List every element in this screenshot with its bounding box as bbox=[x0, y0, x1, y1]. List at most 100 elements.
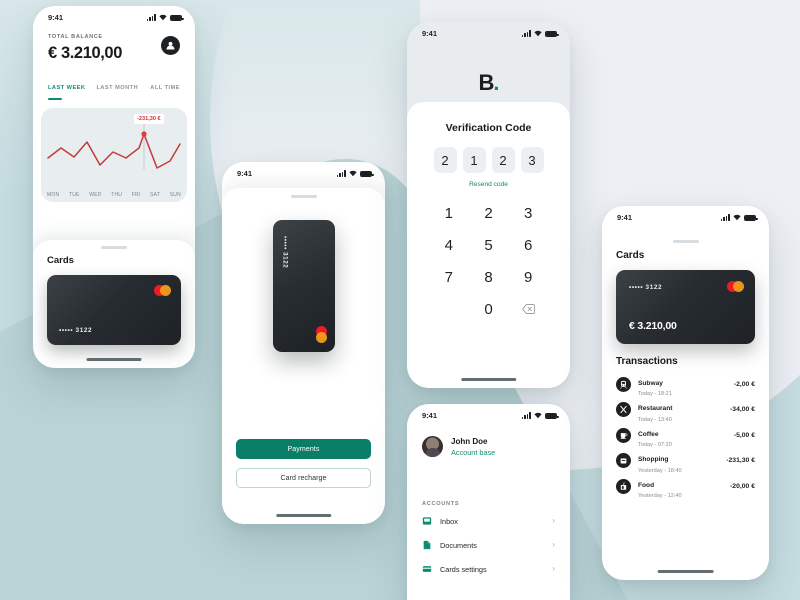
status-time: 9:41 bbox=[617, 213, 633, 222]
home-indicator bbox=[460, 378, 517, 381]
table-row[interactable]: Shopping Yesterday - 18:40 -231,30 € bbox=[616, 448, 755, 474]
phone-card-detail: 9:41 ••••• 3122 Payments Card recharge bbox=[222, 162, 385, 524]
card-number: ••••• 3122 bbox=[59, 326, 93, 334]
battery-icon bbox=[545, 31, 559, 37]
key-1[interactable]: 1 bbox=[429, 201, 469, 225]
signal-bars-icon bbox=[146, 14, 156, 21]
sheet-handle[interactable] bbox=[101, 246, 127, 249]
code-digit-2[interactable]: 1 bbox=[462, 147, 486, 173]
balance-chart-panel: -231,30 € MON TUE WED THU FRI SAT SUN bbox=[41, 108, 187, 202]
wifi-icon bbox=[733, 214, 741, 221]
phone-profile: 9:41 John Doe Account base ACCOUNTS Inbo… bbox=[407, 404, 570, 600]
battery-icon bbox=[545, 413, 559, 419]
key-8[interactable]: 8 bbox=[469, 265, 509, 289]
table-row[interactable]: Restaurant Today - 13:40 -34,00 € bbox=[616, 397, 755, 423]
tab-all-time[interactable]: ALL TIME bbox=[150, 85, 180, 91]
transaction-amount: -231,30 € bbox=[726, 457, 755, 465]
table-row[interactable]: Subway Today - 18:21 -2,00 € bbox=[616, 372, 755, 397]
sidebar-item-label: Documents bbox=[440, 540, 477, 550]
vertical-bank-card[interactable]: ••••• 3122 bbox=[272, 220, 335, 352]
card-number: ••••• 3122 bbox=[629, 283, 663, 291]
mastercard-icon bbox=[315, 326, 327, 343]
code-digit-4[interactable]: 3 bbox=[520, 147, 544, 173]
home-indicator bbox=[657, 570, 714, 573]
key-7[interactable]: 7 bbox=[429, 265, 469, 289]
sidebar-item-documents[interactable]: Documents › bbox=[407, 535, 570, 555]
mastercard-icon bbox=[727, 280, 744, 292]
chart-highlight-label: -231,30 € bbox=[134, 114, 164, 124]
transaction-name: Food bbox=[638, 481, 655, 489]
key-9[interactable]: 9 bbox=[508, 265, 548, 289]
key-3[interactable]: 3 bbox=[508, 201, 548, 225]
transaction-name: Shopping bbox=[638, 456, 669, 463]
backspace-icon[interactable] bbox=[508, 297, 548, 321]
table-row[interactable]: Coffee Today - 07:20 -5,00 € bbox=[616, 423, 755, 448]
status-bar: 9:41 bbox=[222, 162, 385, 180]
key-2[interactable]: 2 bbox=[469, 201, 509, 225]
phone-verification: 9:41 B. Verification Code 2 1 2 3 Resend… bbox=[407, 22, 570, 388]
cards-sheet: Cards ••••• 3122 bbox=[33, 240, 195, 368]
sidebar-item-cards-settings[interactable]: Cards settings › bbox=[407, 559, 570, 579]
phone-dashboard: 9:41 TOTAL BALANCE € 3.210,00 LAST WEEK … bbox=[33, 6, 195, 368]
person-icon[interactable] bbox=[161, 36, 180, 55]
bank-card[interactable]: ••••• 3122 bbox=[47, 274, 181, 345]
sheet-handle[interactable] bbox=[672, 240, 699, 243]
transaction-amount: -5,00 € bbox=[733, 431, 755, 439]
chevron-right-icon: › bbox=[552, 540, 555, 549]
sidebar-item-inbox[interactable]: Inbox › bbox=[407, 511, 570, 531]
credit-card-icon bbox=[422, 564, 432, 574]
card-number: ••••• 3122 bbox=[281, 236, 289, 269]
cards-title: Cards bbox=[616, 249, 645, 261]
status-icons bbox=[521, 30, 559, 37]
code-digit-3[interactable]: 2 bbox=[491, 147, 515, 173]
signal-bars-icon bbox=[521, 412, 531, 419]
sidebar-item-label: Cards settings bbox=[440, 564, 487, 574]
status-bar: 9:41 bbox=[407, 22, 570, 40]
key-5[interactable]: 5 bbox=[469, 233, 509, 257]
x-tick: THU bbox=[111, 192, 123, 198]
code-digit-1[interactable]: 2 bbox=[433, 147, 457, 173]
battery-icon bbox=[360, 171, 374, 177]
signal-bars-icon bbox=[521, 30, 531, 37]
transaction-amount: -2,00 € bbox=[733, 380, 755, 388]
battery-icon bbox=[744, 215, 758, 221]
x-tick: WED bbox=[89, 192, 102, 198]
period-tabs: LAST WEEK LAST MONTH ALL TIME bbox=[48, 85, 180, 100]
table-row[interactable]: Food Yesterday - 12:40 -20,00 € bbox=[616, 474, 755, 499]
cards-title: Cards bbox=[47, 254, 74, 266]
code-input-group: 2 1 2 3 bbox=[407, 147, 570, 173]
status-time: 9:41 bbox=[48, 13, 64, 22]
status-time: 9:41 bbox=[422, 411, 438, 420]
document-icon bbox=[422, 540, 432, 550]
numeric-keypad: 1 2 3 4 5 6 7 8 9 0 bbox=[407, 201, 570, 321]
key-6[interactable]: 6 bbox=[508, 233, 548, 257]
payments-button[interactable]: Payments bbox=[236, 439, 371, 459]
transaction-date: Yesterday - 12:40 bbox=[638, 493, 682, 499]
signal-bars-icon bbox=[720, 214, 730, 221]
wifi-icon bbox=[534, 30, 542, 37]
status-bar: 9:41 bbox=[602, 206, 769, 224]
transactions-list: Subway Today - 18:21 -2,00 € Restaurant … bbox=[616, 372, 755, 499]
accounts-section-label: ACCOUNTS bbox=[422, 501, 460, 507]
transactions-title: Transactions bbox=[616, 355, 678, 367]
wifi-icon bbox=[159, 14, 167, 21]
sheet-handle[interactable] bbox=[290, 195, 317, 198]
key-0[interactable]: 0 bbox=[469, 297, 509, 321]
key-4[interactable]: 4 bbox=[429, 233, 469, 257]
card-recharge-button[interactable]: Card recharge bbox=[236, 468, 371, 488]
resend-code-link[interactable]: Resend code bbox=[407, 181, 570, 188]
balance-line-chart bbox=[47, 124, 181, 170]
profile-header[interactable]: John Doe Account base bbox=[407, 422, 570, 457]
active-tab-indicator bbox=[48, 98, 62, 100]
home-indicator bbox=[275, 514, 332, 517]
signal-bars-icon bbox=[336, 170, 346, 177]
tab-last-month[interactable]: LAST MONTH bbox=[96, 85, 138, 91]
transaction-amount: -20,00 € bbox=[730, 482, 755, 490]
status-icons bbox=[521, 412, 559, 419]
transactions-sheet: Cards ••••• 3122 € 3.210,00 Transactions… bbox=[602, 230, 769, 580]
tab-last-week[interactable]: LAST WEEK bbox=[48, 85, 85, 91]
status-icons bbox=[336, 170, 374, 177]
dashboard-header: TOTAL BALANCE € 3.210,00 LAST WEEK LAST … bbox=[33, 24, 195, 100]
grocery-icon bbox=[616, 478, 631, 494]
bank-card[interactable]: ••••• 3122 € 3.210,00 bbox=[616, 269, 755, 344]
